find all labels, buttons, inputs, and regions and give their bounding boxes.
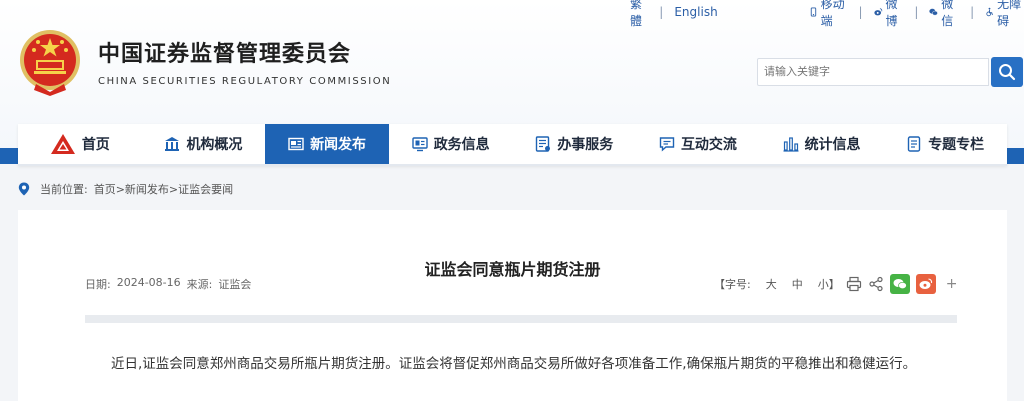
nav-item-news[interactable]: 新闻发布 xyxy=(265,124,389,164)
building-icon xyxy=(165,137,180,151)
share-weibo-button[interactable] xyxy=(915,274,936,294)
article-body: 近日,证监会同意郑州商品交易所瓶片期货注册。证监会将督促郑州商品交易所做好各项准… xyxy=(111,356,917,372)
mobile-link-label: 移动端 xyxy=(820,0,845,28)
breadcrumb: 当前位置: 首页>新闻发布>证监会要闻 xyxy=(18,181,233,197)
nav-label: 新闻发布 xyxy=(310,137,367,153)
article-container: 证监会同意瓶片期货注册 日期: 2024-08-16 来源: 证监会 【字号: … xyxy=(18,210,1007,401)
nav-label: 互动交流 xyxy=(680,137,737,153)
top-links: 繁體 | English 移动端 | 微博 | 微信 | 无障碍 xyxy=(630,0,1024,28)
wechat-link[interactable]: 微信 xyxy=(929,0,959,29)
site-title-english: CHINA SECURITIES REGULATORY COMMISSION xyxy=(98,76,392,87)
english-link[interactable]: English xyxy=(674,5,717,19)
nav-item-special-topics[interactable]: 专题专栏 xyxy=(883,124,1007,164)
accessibility-link-label: 无障碍 xyxy=(997,0,1022,28)
share-icon[interactable] xyxy=(868,276,884,292)
traditional-chinese-link[interactable]: 繁體 xyxy=(630,0,648,29)
weibo-icon xyxy=(873,8,882,16)
bar-chart-icon xyxy=(783,137,799,152)
nav-label: 办事服务 xyxy=(557,137,614,153)
article-tools: 【字号: 大 中 小】 + xyxy=(714,272,957,296)
date-label: 日期: xyxy=(85,278,111,291)
location-pin-icon xyxy=(18,182,30,196)
wheelchair-icon xyxy=(986,7,994,17)
breadcrumb-label: 当前位置: xyxy=(40,183,88,196)
mobile-link[interactable]: 移动端 xyxy=(809,0,848,29)
book-icon xyxy=(907,136,921,152)
chat-icon xyxy=(659,137,675,152)
source-label: 来源: xyxy=(186,278,213,291)
decorative-band xyxy=(0,148,18,164)
article-meta: 日期: 2024-08-16 来源: 证监会 xyxy=(85,276,251,292)
search-button[interactable] xyxy=(991,57,1023,87)
breadcrumb-path[interactable]: 首页>新闻发布>证监会要闻 xyxy=(94,181,233,197)
separator: | xyxy=(970,5,975,19)
font-size-small-button[interactable]: 小】 xyxy=(818,276,840,292)
share-wechat-button[interactable] xyxy=(889,274,910,294)
decorative-band xyxy=(1007,148,1024,164)
monitor-icon xyxy=(411,137,428,152)
document-list-icon xyxy=(536,136,551,152)
news-icon xyxy=(288,137,304,151)
separator: | xyxy=(914,5,919,19)
nav-label: 专题专栏 xyxy=(928,137,985,153)
search-input[interactable] xyxy=(757,58,989,86)
nav-item-statistics[interactable]: 统计信息 xyxy=(760,124,884,164)
accessibility-link[interactable]: 无障碍 xyxy=(985,0,1024,29)
wechat-icon xyxy=(929,8,939,16)
site-title[interactable]: 中国证券监督管理委员会 xyxy=(98,36,351,68)
nav-label: 统计信息 xyxy=(804,137,861,153)
main-navigation: 首页 机构概况 新闻发布 政务信息 办事服务 互动交流 统计信息 专题专栏 xyxy=(18,124,1007,166)
weibo-icon xyxy=(919,278,932,289)
wechat-icon xyxy=(893,279,907,290)
nav-item-organization[interactable]: 机构概况 xyxy=(142,124,266,164)
font-size-large-button[interactable]: 大 xyxy=(766,276,777,292)
national-emblem-logo[interactable] xyxy=(16,28,84,96)
weibo-link-label: 微博 xyxy=(885,0,898,28)
divider xyxy=(85,315,957,323)
nav-label: 政务信息 xyxy=(433,137,490,153)
article-date: 2024-08-16 xyxy=(116,276,181,289)
nav-item-interaction[interactable]: 互动交流 xyxy=(636,124,760,164)
print-icon[interactable] xyxy=(846,276,862,292)
more-share-button[interactable]: + xyxy=(946,276,958,292)
font-size-medium-button[interactable]: 中 xyxy=(792,276,803,292)
nav-item-home[interactable]: 首页 xyxy=(18,124,142,164)
search-icon xyxy=(999,64,1016,81)
nav-item-government-info[interactable]: 政务信息 xyxy=(389,124,513,164)
wechat-link-label: 微信 xyxy=(941,0,954,28)
separator: | xyxy=(659,5,664,19)
separator: | xyxy=(858,5,863,19)
font-size-label: 【字号: xyxy=(714,278,751,291)
weibo-link[interactable]: 微博 xyxy=(873,0,904,29)
mobile-phone-icon xyxy=(810,7,816,17)
nav-label: 机构概况 xyxy=(186,137,243,153)
csrc-logo-icon xyxy=(50,134,75,154)
nav-label: 首页 xyxy=(81,137,110,153)
article-source: 证监会 xyxy=(218,278,252,291)
nav-item-services[interactable]: 办事服务 xyxy=(513,124,637,164)
